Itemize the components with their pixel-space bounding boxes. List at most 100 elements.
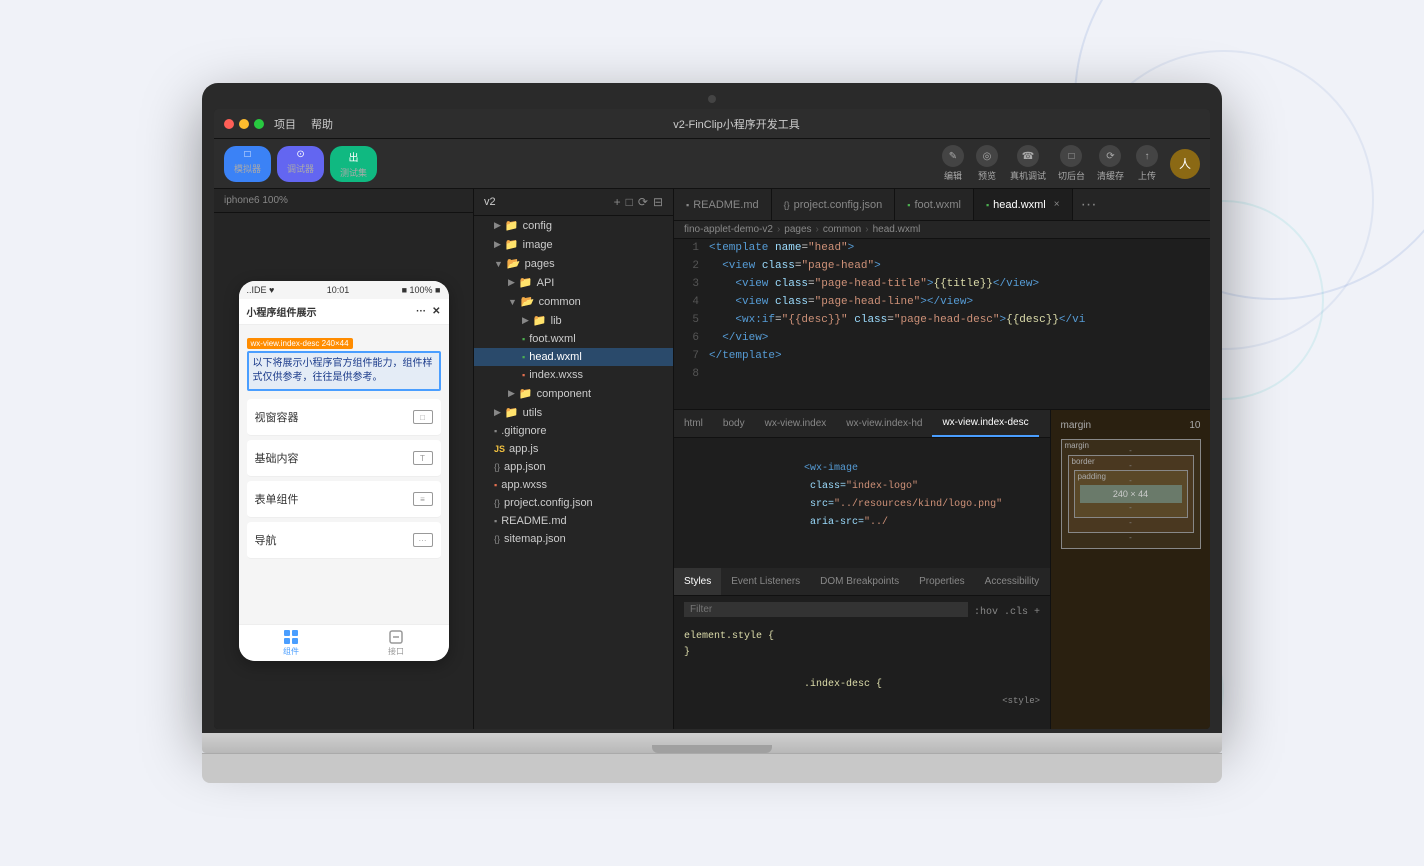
edit-label: 编辑 xyxy=(944,169,962,182)
folder-api-label: API xyxy=(537,277,555,289)
file-app-wxss[interactable]: ▪ app.wxss xyxy=(474,476,673,494)
folder-open-icon: 📂 xyxy=(507,257,521,270)
background-icon: □ xyxy=(1060,145,1082,167)
menu-item-help[interactable]: 帮助 xyxy=(311,116,333,132)
phone-list-item-2[interactable]: 基础内容 T xyxy=(247,440,441,477)
style-tab-properties[interactable]: Properties xyxy=(909,568,975,595)
style-prop-margin-top: margin-top: 10px; xyxy=(684,725,1040,730)
file-project-config-json[interactable]: {} project.config.json xyxy=(474,494,673,512)
file-sitemap-json[interactable]: {} sitemap.json xyxy=(474,530,673,548)
tab-readme-label: README.md xyxy=(693,199,758,211)
user-avatar[interactable]: 人 xyxy=(1170,149,1200,179)
new-file-icon[interactable]: + xyxy=(614,195,621,209)
line-content-6: </view> xyxy=(709,329,768,347)
component-tooltip: wx-view.index-desc 240×44 xyxy=(247,338,353,349)
folder-lib-label: lib xyxy=(551,315,562,327)
code-editor[interactable]: 1 <template name="head"> 2 <view class="… xyxy=(674,239,1210,409)
phone-list-icon-3: ≡ xyxy=(413,492,433,506)
testset-icon: 出 xyxy=(349,149,359,164)
phone-menu-icon[interactable]: ··· xyxy=(416,306,426,317)
folder-utils[interactable]: ▶ 📁 utils xyxy=(474,403,673,422)
style-tab-properties-label: Properties xyxy=(919,576,965,587)
tab-close-icon[interactable]: × xyxy=(1054,199,1060,210)
phone-list-item-1[interactable]: 视窗容器 □ xyxy=(247,399,441,436)
folder-lib[interactable]: ▶ 📁 lib xyxy=(474,311,673,330)
dom-tab-html[interactable]: html xyxy=(674,410,713,437)
preview-tool[interactable]: ◎ 预览 xyxy=(976,145,998,182)
folder-common[interactable]: ▼ 📂 common xyxy=(474,292,673,311)
file-head-wxml[interactable]: ▪ head.wxml xyxy=(474,348,673,366)
phone-shell: ..IDE ♥ 10:01 ■ 100% ■ 小程序组件展示 ··· ✕ xyxy=(239,281,449,661)
dom-tab-wx-view-index-hd[interactable]: wx-view.index-hd xyxy=(836,410,932,437)
file-readme-md-label: README.md xyxy=(501,515,566,527)
background-tool[interactable]: □ 切后台 xyxy=(1058,145,1085,182)
tab-head-wxml[interactable]: ▪ head.wxml × xyxy=(974,189,1073,220)
refresh-icon[interactable]: ⟳ xyxy=(638,195,648,209)
debugger-button[interactable]: ⊙ 调试器 xyxy=(277,146,324,182)
style-tab-styles[interactable]: Styles xyxy=(674,568,721,595)
arrow-icon: ▶ xyxy=(522,315,529,326)
file-index-wxss[interactable]: ▪ index.wxss xyxy=(474,366,673,384)
device-debug-tool[interactable]: ☎ 真机调试 xyxy=(1010,145,1046,182)
laptop-camera xyxy=(708,95,716,103)
phone-list-item-4[interactable]: 导航 ··· xyxy=(247,522,441,559)
close-button[interactable] xyxy=(224,119,234,129)
folder-pages[interactable]: ▼ 📂 pages xyxy=(474,254,673,273)
phone-list-icon-2: T xyxy=(413,451,433,465)
laptop-container: 项目 帮助 v2-FinClip小程序开发工具 □ 模拟器 ⊙ xyxy=(202,83,1222,783)
dom-tab-body[interactable]: body xyxy=(713,410,755,437)
line-content-2: <view class="page-head"> xyxy=(709,257,881,275)
folder-icon: 📁 xyxy=(519,276,533,289)
clear-cache-tool[interactable]: ⟳ 清缓存 xyxy=(1097,145,1124,182)
html-preview[interactable]: <wx-image class="index-logo" src="../res… xyxy=(674,438,1050,568)
style-tab-dom-breakpoints[interactable]: DOM Breakpoints xyxy=(810,568,909,595)
phone-list-item-3[interactable]: 表单组件 ≡ xyxy=(247,481,441,518)
file-app-js[interactable]: JS app.js xyxy=(474,440,673,458)
json-icon: {} xyxy=(494,534,500,544)
tab-foot-wxml[interactable]: ▪ foot.wxml xyxy=(895,189,974,220)
line-num-8: 8 xyxy=(674,365,709,383)
style-filter-input[interactable] xyxy=(684,602,968,617)
dom-element-tabs: html body wx-view.index wx xyxy=(674,410,1050,438)
edit-tool[interactable]: ✎ 编辑 xyxy=(942,145,964,182)
dom-tab-wx-view-index-desc[interactable]: wx-view.index-desc xyxy=(932,410,1038,437)
folder-api[interactable]: ▶ 📁 API xyxy=(474,273,673,292)
file-readme-md[interactable]: ▪ README.md xyxy=(474,512,673,530)
collapse-icon[interactable]: ⊟ xyxy=(653,195,663,209)
new-folder-icon[interactable]: □ xyxy=(626,195,633,209)
file-gitignore[interactable]: ▪ .gitignore xyxy=(474,422,673,440)
upload-tool[interactable]: ↑ 上传 xyxy=(1136,145,1158,182)
folder-config[interactable]: ▶ 📁 config xyxy=(474,216,673,235)
style-tab-event-listeners[interactable]: Event Listeners xyxy=(721,568,810,595)
bottom-panels: html body wx-view.index wx xyxy=(674,409,1210,729)
menu-item-project[interactable]: 项目 xyxy=(274,116,296,132)
testset-button[interactable]: 出 测试集 xyxy=(330,146,377,182)
wxml-icon: ▪ xyxy=(522,334,525,344)
tabs-more-button[interactable]: ··· xyxy=(1073,196,1105,214)
phone-nav-components-label: 组件 xyxy=(283,646,299,657)
simulator-button[interactable]: □ 模拟器 xyxy=(224,146,271,182)
minimize-button[interactable] xyxy=(239,119,249,129)
style-tab-styles-label: Styles xyxy=(684,576,711,587)
style-rule-element: element.style { xyxy=(684,629,1040,645)
phone-status-time: 10:01 xyxy=(327,285,350,295)
folder-icon: 📁 xyxy=(519,387,533,400)
file-app-json[interactable]: {} app.json xyxy=(474,458,673,476)
wxml-icon: ▪ xyxy=(986,200,989,210)
file-tree-actions: + □ ⟳ ⊟ xyxy=(614,195,663,209)
file-foot-wxml[interactable]: ▪ foot.wxml xyxy=(474,330,673,348)
folder-component[interactable]: ▶ 📁 component xyxy=(474,384,673,403)
folder-image[interactable]: ▶ 📁 image xyxy=(474,235,673,254)
phone-nav-components[interactable]: 组件 xyxy=(239,629,344,657)
dom-tab-wx-view-index[interactable]: wx-view.index xyxy=(755,410,837,437)
phone-bottom-nav: 组件 接口 xyxy=(239,624,449,661)
phone-nav-api[interactable]: 接口 xyxy=(344,629,449,657)
file-tree-header: v2 + □ ⟳ ⊟ xyxy=(474,189,673,216)
tab-project-config[interactable]: {} project.config.json xyxy=(772,189,896,220)
phone-close-icon[interactable]: ✕ xyxy=(432,306,440,317)
style-tab-accessibility[interactable]: Accessibility xyxy=(975,568,1049,595)
left-panel: iphone6 100% ..IDE ♥ 10:01 ■ 100% ■ 小程序组… xyxy=(214,189,474,729)
tab-readme[interactable]: ▪ README.md xyxy=(674,189,772,220)
attr: aria-src= xyxy=(804,517,864,528)
maximize-button[interactable] xyxy=(254,119,264,129)
